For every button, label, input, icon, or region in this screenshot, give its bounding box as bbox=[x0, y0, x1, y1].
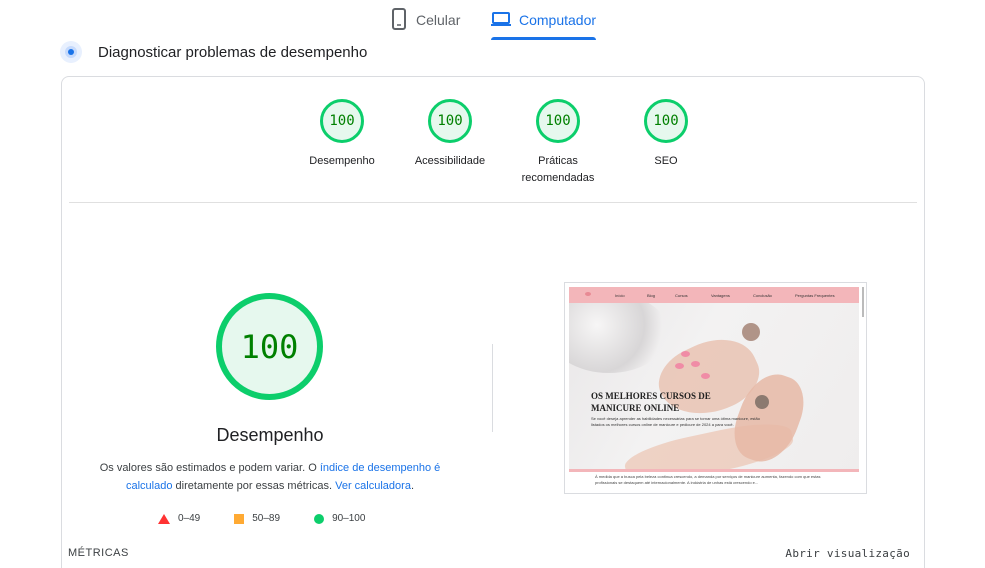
final-screenshot[interactable]: Início Blog Cursos Vantagens Conclusão P… bbox=[564, 282, 867, 494]
calculator-link[interactable]: Ver calculadora bbox=[335, 480, 411, 492]
thumb-footer-text: À medida que a busca pela beleza continu… bbox=[595, 474, 821, 485]
performance-score-gauge: 100 bbox=[216, 293, 323, 400]
metrics-heading: MÉTRICAS bbox=[68, 547, 129, 559]
gauge-score: 100 bbox=[320, 99, 364, 143]
thumb-nav-item: Conclusão bbox=[753, 293, 772, 298]
gauge-label: Acessibilidade bbox=[414, 155, 486, 167]
note-text: diretamente por essas métricas. bbox=[172, 480, 336, 492]
thumb-decor bbox=[691, 361, 700, 367]
performance-note: Os valores são estimados e podem variar.… bbox=[96, 459, 444, 495]
circle-icon bbox=[314, 513, 325, 524]
tab-desktop[interactable]: Computador bbox=[491, 0, 597, 40]
thumb-hero-image: OS MELHORES CURSOS DE MANICURE ONLINE Se… bbox=[569, 303, 859, 471]
thumb-divider bbox=[569, 469, 859, 472]
diagnose-title: Diagnosticar problemas de desempenho bbox=[98, 43, 368, 61]
gauge-best-practices[interactable]: 100 Práticas recomendadas bbox=[504, 97, 612, 187]
thumb-decor bbox=[701, 373, 710, 379]
expand-view-toggle[interactable]: Abrir visualização bbox=[785, 547, 910, 560]
thumb-decor bbox=[681, 351, 690, 357]
thumb-scrollbar bbox=[862, 287, 864, 317]
thumb-nav-item: Vantagens bbox=[711, 293, 730, 298]
thumb-nav: Início Blog Cursos Vantagens Conclusão P… bbox=[569, 287, 859, 303]
diagnose-header: Diagnosticar problemas de desempenho bbox=[60, 40, 367, 64]
gauge-label: SEO bbox=[654, 155, 678, 167]
legend-range: 0–49 bbox=[178, 513, 201, 524]
thumb-nav-item: Início bbox=[615, 293, 625, 298]
tab-desktop-label: Computador bbox=[519, 12, 597, 28]
square-icon bbox=[234, 513, 245, 524]
smartphone-icon bbox=[390, 7, 408, 33]
gauge-score: 100 bbox=[428, 99, 472, 143]
legend-item-pass: 90–100 bbox=[314, 513, 365, 524]
tab-mobile-label: Celular bbox=[416, 12, 461, 28]
legend-item-average: 50–89 bbox=[234, 513, 280, 524]
note-text: . bbox=[410, 480, 414, 492]
thumb-decor bbox=[675, 363, 684, 369]
triangle-icon bbox=[158, 513, 170, 524]
thumb-hero-title: OS MELHORES CURSOS DE MANICURE ONLINE bbox=[591, 391, 711, 413]
thumb-logo bbox=[585, 292, 591, 296]
laptop-icon bbox=[491, 11, 511, 30]
thumb-nav-item: Perguntas Frequentes bbox=[795, 293, 835, 298]
gauge-score: 100 bbox=[536, 99, 580, 143]
legend-range: 90–100 bbox=[332, 513, 366, 524]
score-legend: 0–49 50–89 90–100 bbox=[158, 513, 399, 524]
divider bbox=[69, 202, 917, 203]
tab-mobile[interactable]: Celular bbox=[390, 0, 460, 40]
device-tabs: Celular Computador bbox=[0, 0, 985, 40]
thumb-decor bbox=[742, 323, 760, 341]
diagnose-icon bbox=[60, 41, 82, 63]
thumb-nav-item: Blog bbox=[647, 293, 656, 298]
gauge-accessibility[interactable]: 100 Acessibilidade bbox=[396, 97, 504, 170]
active-tab-indicator bbox=[491, 37, 597, 40]
thumb-nav-item: Cursos bbox=[675, 293, 688, 298]
thumb-decor bbox=[569, 303, 669, 373]
vertical-divider bbox=[492, 344, 493, 432]
gauge-seo[interactable]: 100 SEO bbox=[612, 97, 720, 170]
note-text: Os valores são estimados e podem variar.… bbox=[99, 462, 320, 474]
legend-item-fail: 0–49 bbox=[158, 513, 200, 524]
gauge-performance[interactable]: 100 Desempenho bbox=[288, 97, 396, 170]
gauge-label: Desempenho bbox=[309, 155, 375, 167]
report-card: 100 Desempenho 100 Acessibilidade 100 Pr… bbox=[61, 76, 925, 568]
thumb-decor bbox=[755, 395, 769, 409]
gauge-score: 100 bbox=[644, 99, 688, 143]
score-gauges: 100 Desempenho 100 Acessibilidade 100 Pr… bbox=[288, 97, 728, 197]
gauge-label: Práticas recomendadas bbox=[521, 155, 595, 184]
legend-range: 50–89 bbox=[252, 513, 281, 524]
thumb-hero-text: Se você deseja aprender as habilidades n… bbox=[591, 416, 760, 427]
performance-title: Desempenho bbox=[216, 425, 324, 445]
